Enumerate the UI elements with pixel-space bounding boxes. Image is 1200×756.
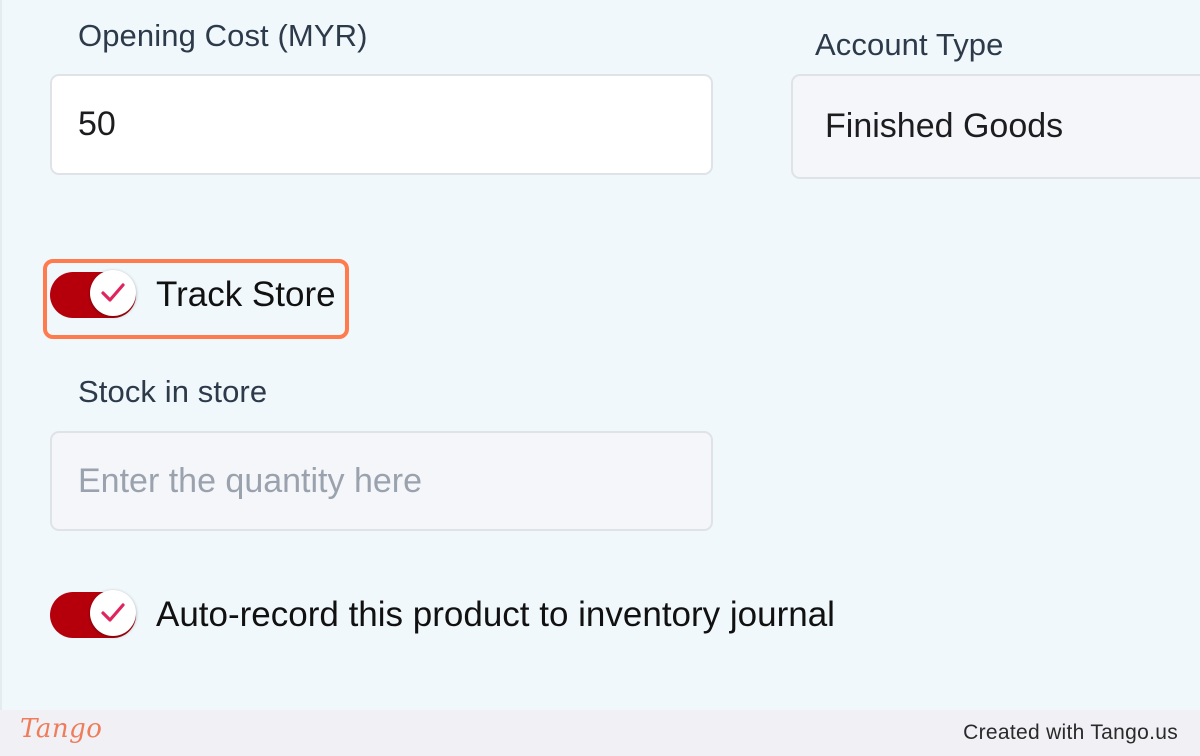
auto-record-label: Auto-record this product to inventory jo… — [156, 595, 835, 634]
tango-logo: Tango — [20, 714, 103, 744]
stock-in-store-input[interactable] — [50, 431, 713, 531]
track-store-toggle[interactable] — [50, 270, 136, 320]
toggle-knob — [90, 590, 136, 636]
opening-cost-input[interactable] — [50, 74, 713, 175]
stock-in-store-label: Stock in store — [78, 374, 268, 409]
auto-record-toggle[interactable] — [50, 590, 136, 640]
track-store-toggle-row[interactable]: Track Store — [50, 270, 336, 320]
track-store-label: Track Store — [156, 275, 336, 314]
toggle-knob — [90, 270, 136, 316]
account-type-selected-value: Finished Goods — [825, 107, 1064, 145]
check-icon — [100, 602, 126, 624]
auto-record-toggle-row[interactable]: Auto-record this product to inventory jo… — [50, 590, 835, 640]
footer-credit-text: Created with Tango.us — [963, 721, 1178, 744]
opening-cost-label: Opening Cost (MYR) — [78, 18, 368, 53]
account-type-select[interactable]: Finished Goods — [791, 74, 1200, 179]
tango-footer: Tango Created with Tango.us — [0, 710, 1200, 756]
account-type-label: Account Type — [815, 27, 1004, 62]
product-form: Opening Cost (MYR) Account Type Finished… — [0, 0, 1200, 710]
check-icon — [100, 282, 126, 304]
